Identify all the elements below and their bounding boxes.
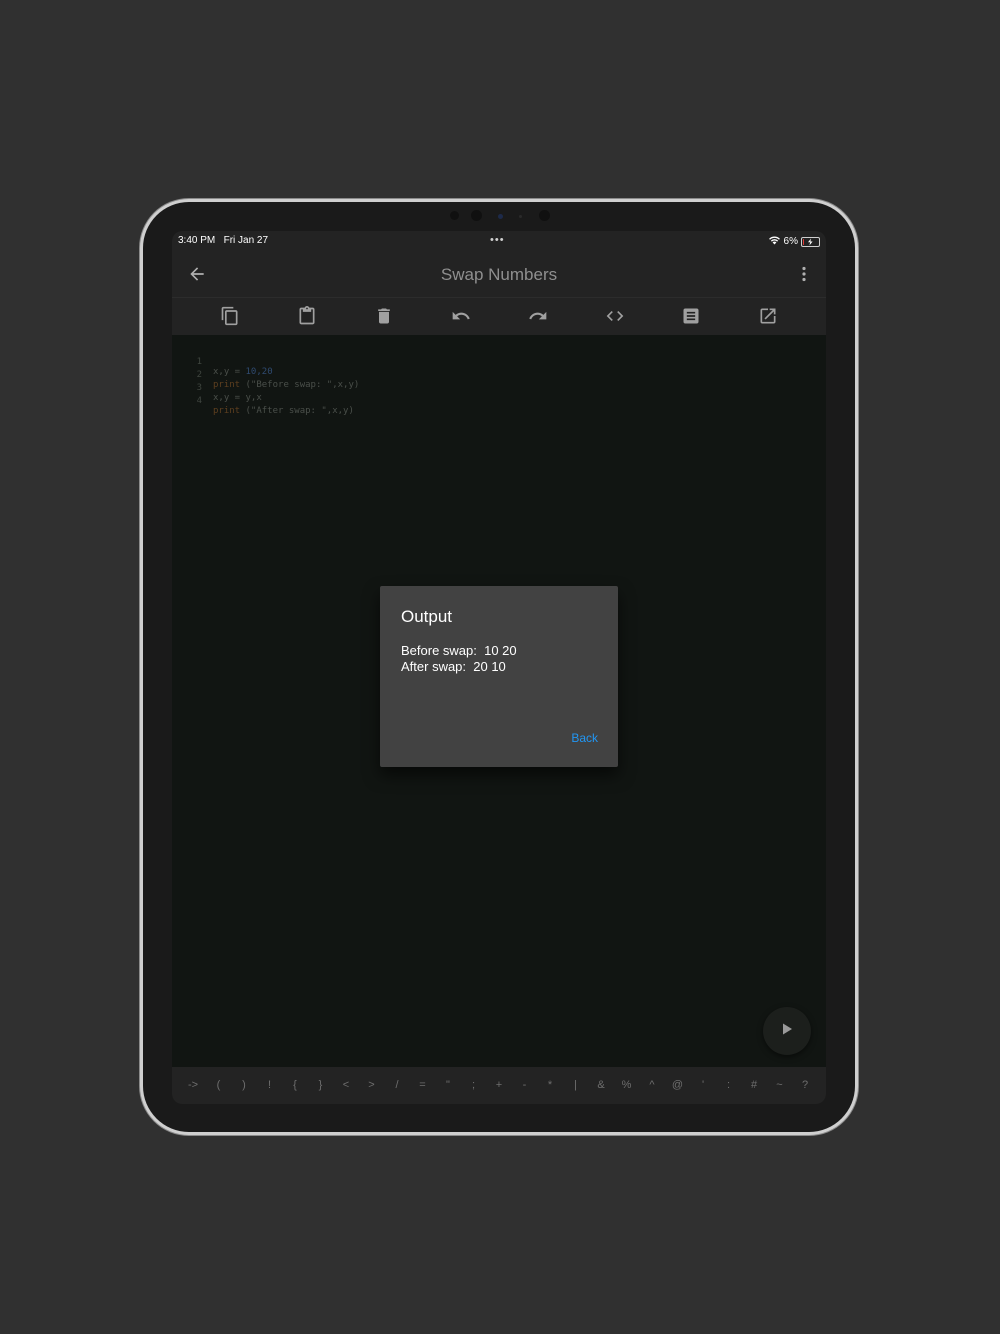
symbol-key[interactable]: /	[386, 1079, 408, 1091]
code-text: print ("After swap: ",x,y)	[213, 406, 354, 416]
symbol-key[interactable]: -	[514, 1079, 536, 1091]
symbol-bar: -> ()!{} < > / = "; + - * | &% ^ @ ': # ~?	[172, 1067, 826, 1104]
sensor	[450, 211, 459, 220]
code-text: x,y = y,x	[213, 393, 262, 403]
app-bar: Swap Numbers	[172, 253, 826, 298]
battery-charging-icon	[801, 236, 820, 247]
play-icon	[780, 1022, 794, 1041]
symbol-key[interactable]: #	[743, 1079, 765, 1091]
symbol-key[interactable]: ->	[182, 1079, 204, 1091]
open-external-icon[interactable]	[756, 304, 780, 328]
dialog-title: Output	[401, 607, 453, 626]
symbol-key[interactable]: ;	[463, 1079, 485, 1091]
symbol-key[interactable]: !	[259, 1079, 281, 1091]
output-line: After swap: 20 10	[401, 659, 506, 674]
redo-icon[interactable]	[526, 304, 550, 328]
symbol-key[interactable]: |	[565, 1079, 587, 1091]
page-title: Swap Numbers	[440, 265, 558, 284]
code-line: 2 print ("Before swap: ",x,y)	[172, 360, 360, 390]
status-date: Fri Jan 27	[223, 235, 269, 246]
editor-toolbar	[172, 298, 826, 335]
top-button	[775, 199, 813, 202]
front-camera	[471, 210, 482, 221]
multitasking-dots[interactable]: •••	[490, 234, 505, 246]
status-right: 6%	[768, 235, 820, 248]
symbol-key[interactable]: {	[284, 1079, 306, 1091]
volume-up-button	[855, 266, 858, 300]
code-line: 1 x,y = 10,20	[172, 347, 273, 377]
symbol-key[interactable]: %	[616, 1079, 638, 1091]
run-button[interactable]	[763, 1007, 811, 1055]
symbol-key[interactable]: +	[488, 1079, 510, 1091]
symbol-key[interactable]: '	[692, 1079, 714, 1091]
more-vert-icon[interactable]	[796, 264, 812, 284]
symbol-key[interactable]: <	[335, 1079, 357, 1091]
symbol-key[interactable]: )	[233, 1079, 255, 1091]
symbol-key[interactable]: ~	[769, 1079, 791, 1091]
symbol-key[interactable]: =	[412, 1079, 434, 1091]
code-line: 4 print ("After swap: ",x,y)	[172, 386, 354, 416]
symbol-key[interactable]: >	[361, 1079, 383, 1091]
delete-icon[interactable]	[372, 304, 396, 328]
status-bar: 3:40 PM Fri Jan 27 ••• 6%	[172, 231, 826, 253]
wifi-icon	[768, 235, 781, 248]
symbol-key[interactable]: &	[590, 1079, 612, 1091]
symbol-key[interactable]: :	[718, 1079, 740, 1091]
code-text: x,y = 10,20	[213, 367, 273, 377]
sensor	[539, 210, 550, 221]
copy-icon[interactable]	[218, 304, 242, 328]
symbol-key[interactable]: @	[667, 1079, 689, 1091]
output-line: Before swap: 10 20	[401, 643, 517, 658]
sensor	[498, 214, 503, 219]
symbol-key[interactable]: *	[539, 1079, 561, 1091]
output-dialog: Output Before swap: 10 20 After swap: 20…	[380, 586, 618, 767]
code-line: 3 x,y = y,x	[172, 373, 262, 403]
symbol-key[interactable]: "	[437, 1079, 459, 1091]
back-button[interactable]: Back	[571, 731, 598, 745]
line-number: 4	[196, 396, 202, 406]
undo-icon[interactable]	[449, 304, 473, 328]
sensor	[519, 215, 522, 218]
paste-icon[interactable]	[295, 304, 319, 328]
code-text: print ("Before swap: ",x,y)	[213, 380, 360, 390]
symbol-key[interactable]: }	[310, 1079, 332, 1091]
symbol-key[interactable]: ?	[794, 1079, 816, 1091]
symbol-key[interactable]: (	[208, 1079, 230, 1091]
volume-down-button	[855, 306, 858, 340]
status-time: 3:40 PM Fri Jan 27	[178, 235, 269, 246]
notes-icon[interactable]	[679, 304, 703, 328]
symbol-key[interactable]: ^	[641, 1079, 663, 1091]
code-icon[interactable]	[603, 304, 627, 328]
battery-percent: 6%	[783, 236, 798, 247]
